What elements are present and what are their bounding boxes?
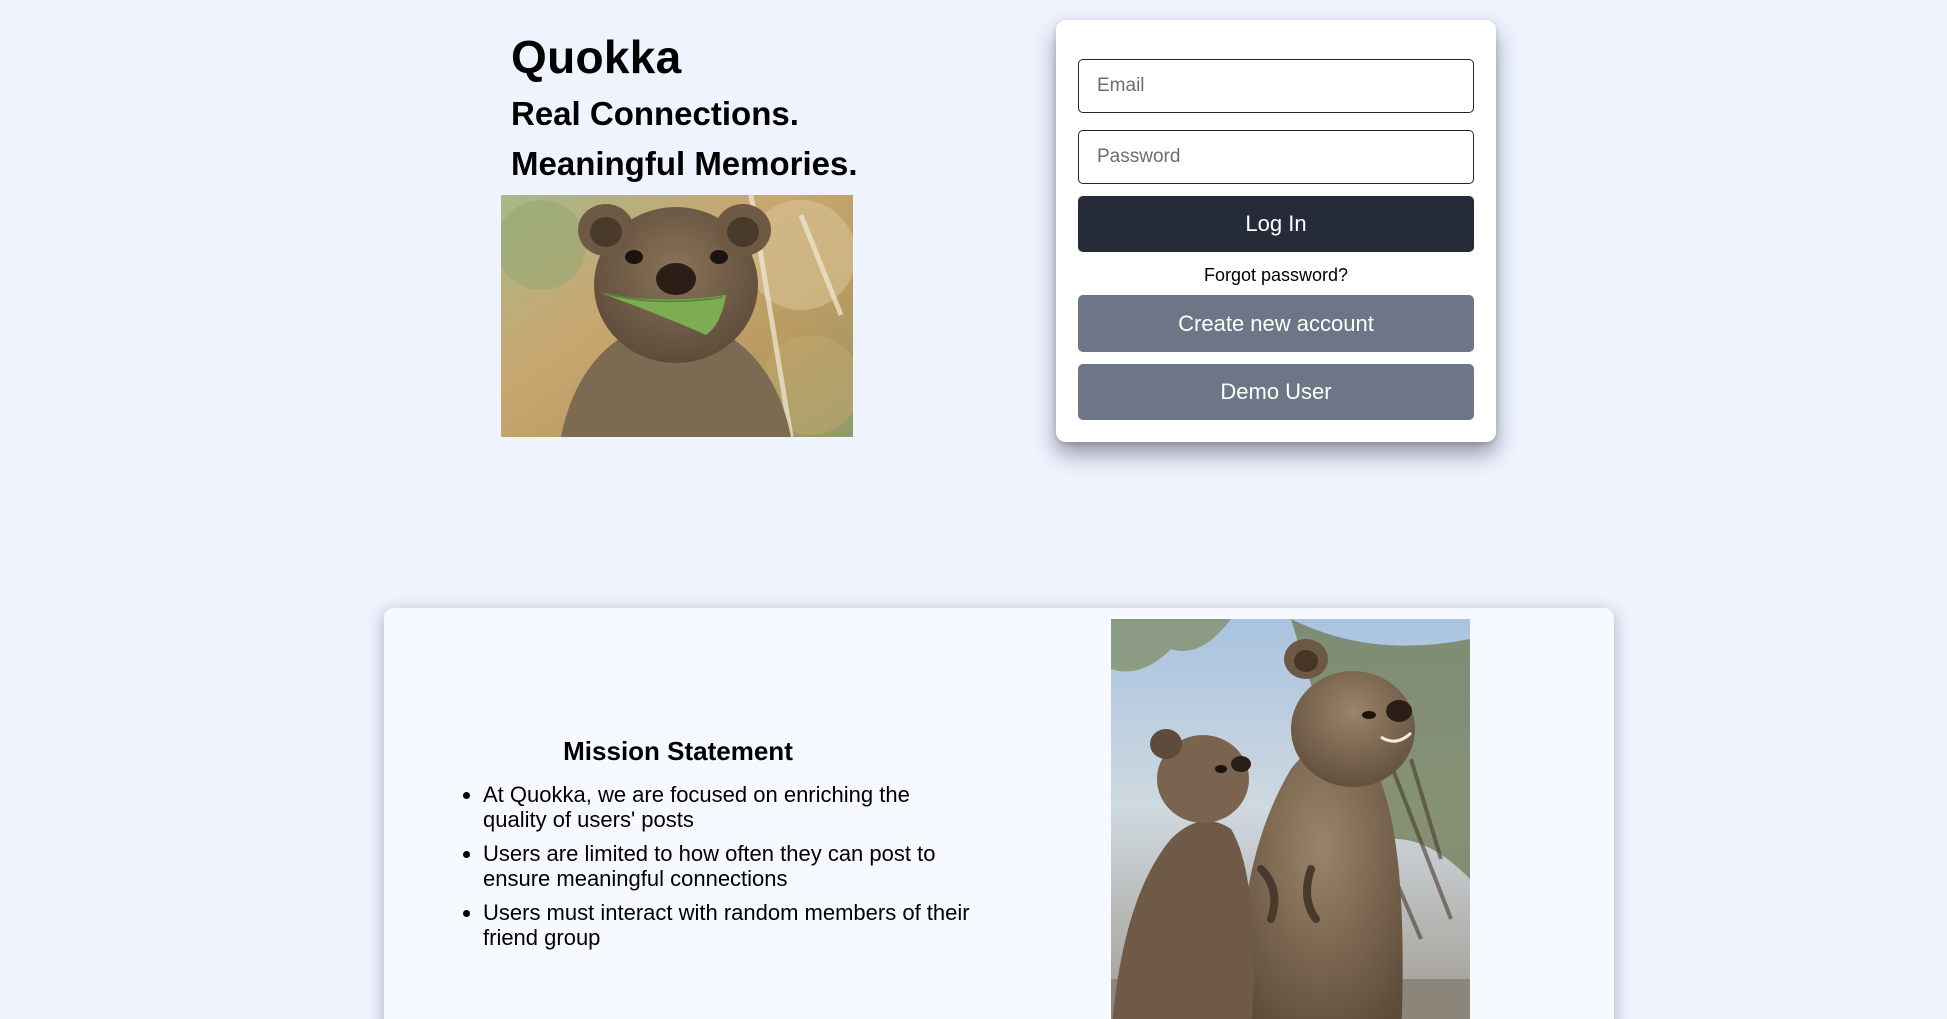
- quokka-hero-image: [501, 195, 853, 437]
- list-item: Users must interact with random members …: [483, 900, 973, 950]
- quokka-leaf-illustration: [501, 195, 853, 437]
- mission-heading: Mission Statement: [563, 736, 793, 766]
- create-account-button[interactable]: Create new account: [1078, 295, 1474, 352]
- forgot-password-link[interactable]: Forgot password?: [1056, 265, 1496, 286]
- list-item: Users are limited to how often they can …: [483, 841, 973, 891]
- quokkas-image: [1111, 619, 1470, 1019]
- login-button[interactable]: Log In: [1078, 196, 1474, 252]
- landing-page: Quokka Real Connections. Meaningful Memo…: [0, 0, 1947, 1019]
- brand-title: Quokka: [511, 31, 682, 83]
- mission-panel: Mission Statement At Quokka, we are focu…: [384, 608, 1614, 1019]
- demo-user-button[interactable]: Demo User: [1078, 364, 1474, 420]
- password-field[interactable]: [1078, 130, 1474, 184]
- email-field[interactable]: [1078, 59, 1474, 113]
- tagline-line-2: Meaningful Memories.: [511, 145, 858, 182]
- tagline-line-1: Real Connections.: [511, 95, 799, 132]
- two-quokkas-illustration: [1111, 619, 1470, 1019]
- mission-list: At Quokka, we are focused on enriching t…: [459, 782, 973, 959]
- login-card: Log In Forgot password? Create new accou…: [1056, 20, 1496, 442]
- list-item: At Quokka, we are focused on enriching t…: [483, 782, 973, 832]
